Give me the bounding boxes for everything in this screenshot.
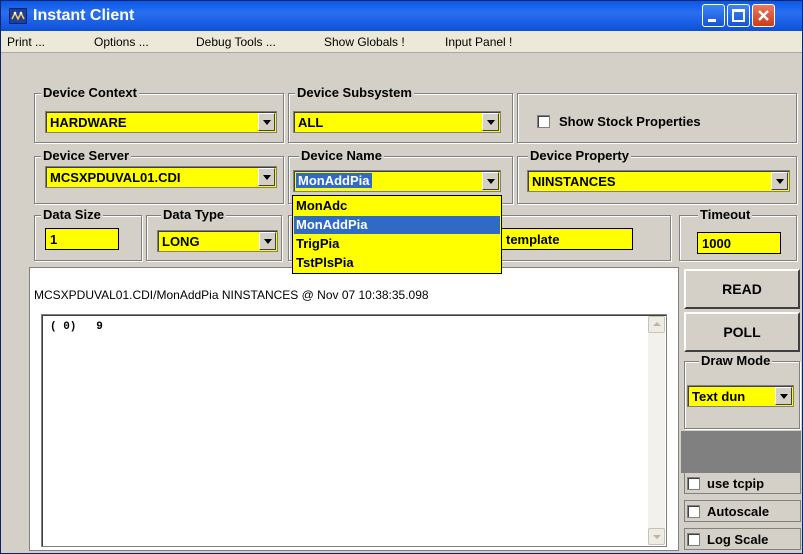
device-name-select[interactable]: MonAddPia <box>293 170 501 192</box>
show-stock-properties-label: Show Stock Properties <box>559 114 701 129</box>
app-window: Instant Client Print ... Options ... Deb… <box>0 0 803 554</box>
log-scale-checkbox[interactable] <box>687 533 700 546</box>
menu-input-panel[interactable]: Input Panel ! <box>445 35 512 49</box>
data-size-value: 1 <box>50 232 58 247</box>
device-subsystem-select[interactable]: ALL <box>293 111 501 133</box>
device-subsystem-label: Device Subsystem <box>295 85 414 101</box>
read-button[interactable]: READ <box>684 269 800 309</box>
template-value: template <box>506 232 560 247</box>
dropdown-option[interactable]: TrigPia <box>294 235 500 253</box>
device-property-value: NINSTANCES <box>532 174 616 189</box>
autoscale-row[interactable]: Autoscale <box>684 500 801 522</box>
app-logo-icon <box>9 8 27 24</box>
show-stock-properties-checkbox[interactable] <box>537 115 550 128</box>
chevron-down-icon[interactable] <box>258 168 275 186</box>
title-bar[interactable]: Instant Client <box>1 1 802 31</box>
timeout-field[interactable]: 1000 <box>697 232 781 254</box>
output-text-area[interactable]: ( 0) 9 <box>41 314 667 547</box>
chevron-down-icon[interactable] <box>482 172 499 190</box>
device-server-label: Device Server <box>41 148 132 164</box>
draw-mode-label: Draw Mode <box>699 353 773 369</box>
device-property-select[interactable]: NINSTANCES <box>527 170 790 192</box>
vertical-scrollbar[interactable] <box>648 316 665 545</box>
autoscale-checkbox[interactable] <box>687 505 700 518</box>
timeout-value: 1000 <box>702 236 731 251</box>
data-type-value: LONG <box>162 234 200 249</box>
log-scale-row[interactable]: Log Scale <box>684 528 801 550</box>
device-server-select[interactable]: MCSXPDUVAL01.CDI <box>45 166 277 188</box>
minimize-button[interactable] <box>702 4 725 27</box>
chevron-down-icon[interactable] <box>258 113 275 131</box>
use-tcpip-checkbox[interactable] <box>687 477 700 490</box>
data-type-label: Data Type <box>161 207 227 223</box>
dropdown-option[interactable]: MonAdc <box>294 197 500 215</box>
device-name-dropdown: MonAdc MonAddPia TrigPia TstPlsPia <box>292 195 502 274</box>
data-type-select[interactable]: LONG <box>157 230 278 252</box>
poll-button[interactable]: POLL <box>684 312 800 352</box>
chevron-down-icon[interactable] <box>482 113 499 131</box>
device-context-value: HARDWARE <box>50 115 127 130</box>
data-size-field[interactable]: 1 <box>45 228 119 250</box>
device-context-label: Device Context <box>41 85 139 101</box>
menu-debug-tools[interactable]: Debug Tools ... <box>196 35 276 49</box>
maximize-button[interactable] <box>727 4 750 27</box>
use-tcpip-label: use tcpip <box>707 476 765 491</box>
scroll-down-icon[interactable] <box>648 528 665 545</box>
output-info-line: MCSXPDUVAL01.CDI/MonAddPia NINSTANCES @ … <box>34 288 429 302</box>
chevron-down-icon[interactable] <box>771 172 788 190</box>
menu-bar: Print ... Options ... Debug Tools ... Sh… <box>1 31 802 53</box>
menu-show-globals[interactable]: Show Globals ! <box>324 35 405 49</box>
device-property-label: Device Property <box>528 148 631 164</box>
chevron-down-icon[interactable] <box>775 387 792 405</box>
device-server-value: MCSXPDUVAL01.CDI <box>50 170 181 185</box>
window-title: Instant Client <box>33 7 135 24</box>
output-text: ( 0) 9 <box>50 321 103 333</box>
device-name-label: Device Name <box>299 148 384 164</box>
dropdown-option-selected[interactable]: MonAddPia <box>294 216 500 234</box>
draw-mode-select[interactable]: Text dun <box>687 385 794 407</box>
use-tcpip-row[interactable]: use tcpip <box>684 472 801 494</box>
scroll-up-icon[interactable] <box>648 316 665 333</box>
timeout-label: Timeout <box>698 207 753 223</box>
dropdown-option[interactable]: TstPlsPia <box>294 254 500 272</box>
autoscale-label: Autoscale <box>707 504 770 519</box>
device-subsystem-value: ALL <box>298 115 324 130</box>
close-button[interactable] <box>752 4 775 27</box>
spacer-panel <box>681 431 801 473</box>
menu-options[interactable]: Options ... <box>94 35 149 49</box>
draw-mode-value: Text dun <box>692 389 746 404</box>
device-context-select[interactable]: HARDWARE <box>45 111 277 133</box>
close-icon <box>758 10 769 21</box>
device-name-value: MonAddPia <box>296 173 372 188</box>
data-size-label: Data Size <box>41 207 103 223</box>
menu-print[interactable]: Print ... <box>7 35 45 49</box>
log-scale-label: Log Scale <box>707 532 769 547</box>
chevron-down-icon[interactable] <box>259 232 276 250</box>
